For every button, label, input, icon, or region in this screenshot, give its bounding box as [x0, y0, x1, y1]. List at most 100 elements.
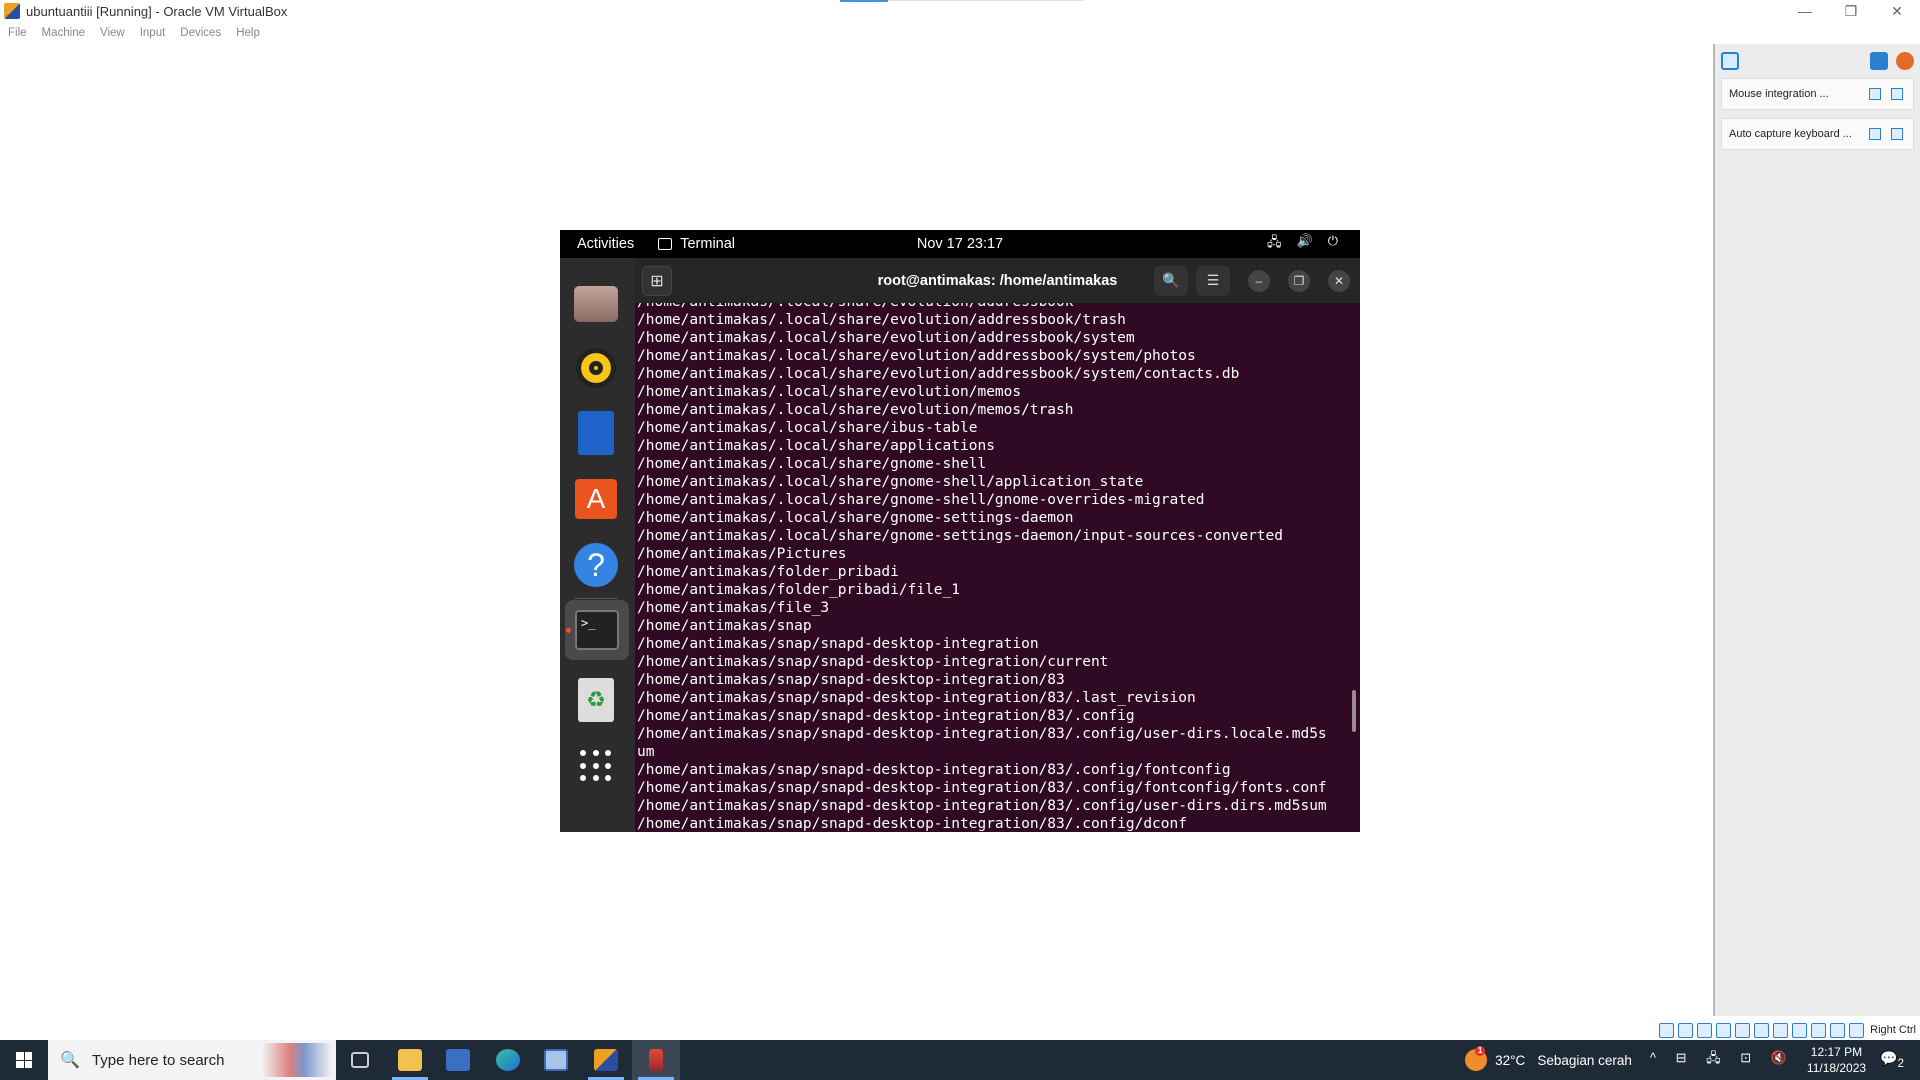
- minimize-button[interactable]: —: [1782, 0, 1828, 22]
- dismiss-all-icon[interactable]: [1896, 52, 1914, 70]
- terminal-close-button[interactable]: ✕: [1328, 269, 1350, 292]
- notification-item[interactable]: Mouse integration ...: [1721, 78, 1914, 110]
- display-icon[interactable]: [1773, 1022, 1789, 1038]
- app-grid-icon: [580, 750, 612, 782]
- dock-help[interactable]: ?: [572, 541, 620, 589]
- terminal-line: /home/antimakas/.local/share/gnome-shell: [637, 456, 987, 472]
- terminal-line: /home/antimakas/Pictures: [637, 546, 847, 562]
- vm-display[interactable]: Activities Terminal Nov 17 23:17 🖧 🔊 ⏻ A…: [560, 230, 1360, 832]
- menu-machine[interactable]: Machine: [42, 27, 85, 39]
- tray-icons[interactable]: ^ ⊟ 🖧 ⊡ 🔇: [1650, 1049, 1795, 1071]
- taskbar-active-app[interactable]: [632, 1040, 680, 1080]
- terminal-search-button[interactable]: 🔍: [1154, 265, 1188, 296]
- app-menu[interactable]: Terminal: [658, 236, 735, 252]
- writer-icon: [578, 411, 614, 455]
- usb-icon[interactable]: [1735, 1022, 1751, 1038]
- keyboard-capture-icon[interactable]: [1849, 1022, 1865, 1038]
- weather-widget[interactable]: 1 32°C Sebagian cerah: [1465, 1046, 1632, 1071]
- menu-view[interactable]: View: [100, 27, 125, 39]
- terminal-line: /home/antimakas/.local/share/evolution/a…: [637, 330, 1135, 346]
- task-view-button[interactable]: [336, 1040, 384, 1080]
- task-view-icon: [351, 1052, 369, 1068]
- terminal-line: /home/antimakas/folder_pribadi: [637, 564, 899, 580]
- dock-libreoffice-writer[interactable]: [572, 409, 620, 457]
- taskbar-file-explorer[interactable]: [386, 1040, 434, 1080]
- taskbar-clock[interactable]: 12:17 PM 11/18/2023: [1807, 1044, 1866, 1076]
- close-button[interactable]: ✕: [1874, 0, 1920, 22]
- restore-button[interactable]: ❐: [1828, 0, 1874, 22]
- network-adapter-icon[interactable]: [1716, 1022, 1732, 1038]
- terminal-output[interactable]: /home/antimakas/.local/share/evolution/a…: [635, 303, 1347, 832]
- activities-button[interactable]: Activities: [577, 236, 634, 252]
- dock-rhythmbox[interactable]: [572, 344, 620, 392]
- volume-icon: 🔊: [1296, 233, 1313, 248]
- trash-icon: ♻: [578, 678, 614, 722]
- terminal-line: /home/antimakas/snap/snapd-desktop-integ…: [637, 762, 1231, 778]
- titlebar-accent: [840, 0, 888, 2]
- terminal-controls: 🔍 ☰ – ❐ ✕: [1146, 265, 1350, 296]
- weather-badge: 1: [1475, 1046, 1486, 1056]
- taskbar-virtualbox-manager[interactable]: [532, 1040, 580, 1080]
- mouse-integration-icon[interactable]: [1830, 1022, 1846, 1038]
- terminal-line: /home/antimakas/.local/share/evolution/m…: [637, 384, 1022, 400]
- menu-devices[interactable]: Devices: [180, 27, 221, 39]
- close-notification-icon[interactable]: [1891, 128, 1903, 140]
- files-icon: [574, 286, 618, 322]
- do-not-show-icon[interactable]: [1869, 128, 1881, 140]
- terminal-maximize-button[interactable]: ❐: [1288, 269, 1310, 292]
- notification-item[interactable]: Auto capture keyboard ...: [1721, 118, 1914, 150]
- terminal-line: /home/antimakas/.local/share/evolution/m…: [637, 402, 1074, 418]
- dock-show-apps[interactable]: [572, 742, 620, 790]
- taskbar-edge[interactable]: [484, 1040, 532, 1080]
- hard-disk-icon[interactable]: [1659, 1022, 1675, 1038]
- menu-file[interactable]: File: [8, 27, 27, 39]
- taskbar-app-monitor[interactable]: [434, 1040, 482, 1080]
- terminal-line: /home/antimakas/snap/snapd-desktop-integ…: [637, 708, 1135, 724]
- shared-folders-icon[interactable]: [1754, 1022, 1770, 1038]
- notification-count: 2: [1897, 1056, 1904, 1070]
- audio-icon[interactable]: [1697, 1022, 1713, 1038]
- terminal-line: /home/antimakas/snap/snapd-desktop-integ…: [637, 798, 1327, 814]
- terminal-icon: [658, 238, 673, 250]
- dock-trash[interactable]: ♻: [572, 676, 620, 724]
- optical-drive-icon[interactable]: [1678, 1022, 1694, 1038]
- rhythmbox-icon: [576, 348, 616, 388]
- new-tab-button[interactable]: ⊞: [642, 265, 672, 296]
- menu-input[interactable]: Input: [140, 27, 166, 39]
- terminal-scrollbar[interactable]: [1352, 690, 1356, 732]
- terminal-lines: /home/antimakas/.local/share/evolution/a…: [637, 311, 1327, 832]
- terminal-line: um: [637, 744, 655, 760]
- windows-logo-icon: [16, 1052, 32, 1068]
- terminal-line: /home/antimakas/.local/share/gnome-setti…: [637, 528, 1284, 544]
- terminal-line: /home/antimakas/snap/snapd-desktop-integ…: [637, 654, 1109, 670]
- terminal-menu-button[interactable]: ☰: [1196, 265, 1230, 296]
- terminal-minimize-button[interactable]: –: [1248, 269, 1270, 292]
- sort-notifications-icon[interactable]: [1870, 52, 1888, 70]
- notification-center: Mouse integration ... Auto capture keybo…: [1713, 44, 1920, 1016]
- action-center-button[interactable]: 💬2: [1880, 1050, 1904, 1070]
- taskbar-search[interactable]: 🔍 Type here to search: [48, 1040, 336, 1080]
- terminal-line: /home/antimakas/.local/share/application…: [637, 438, 995, 454]
- cpu-icon[interactable]: [1811, 1022, 1827, 1038]
- dock-app-center[interactable]: A: [572, 475, 620, 523]
- menu-help[interactable]: Help: [236, 27, 260, 39]
- running-indicator: [566, 628, 571, 633]
- ubuntu-dock: A ? >_ ♻: [560, 258, 635, 832]
- taskbar-virtualbox[interactable]: [582, 1040, 630, 1080]
- dock-terminal[interactable]: >_: [565, 600, 629, 660]
- recording-icon[interactable]: [1792, 1022, 1808, 1038]
- gnome-system-tray[interactable]: 🖧 🔊 ⏻: [1267, 233, 1338, 255]
- dock-files[interactable]: [572, 280, 620, 328]
- terminal-line: /home/antimakas/snap/snapd-desktop-integ…: [637, 816, 1187, 832]
- close-notification-icon[interactable]: [1891, 88, 1903, 100]
- notification-center-header: [1715, 44, 1920, 78]
- terminal-line: /home/antimakas/.local/share/gnome-setti…: [637, 510, 1074, 526]
- terminal-line: /home/antimakas/snap/snapd-desktop-integ…: [637, 690, 1196, 706]
- titlebar-divider: [888, 0, 1083, 1]
- dock-separator: [574, 598, 618, 599]
- do-not-show-icon[interactable]: [1869, 88, 1881, 100]
- virtualbox-icon: [4, 3, 20, 19]
- start-button[interactable]: [0, 1040, 48, 1080]
- notification-text: Auto capture keyboard ...: [1729, 128, 1852, 140]
- notification-center-icon[interactable]: [1721, 52, 1739, 70]
